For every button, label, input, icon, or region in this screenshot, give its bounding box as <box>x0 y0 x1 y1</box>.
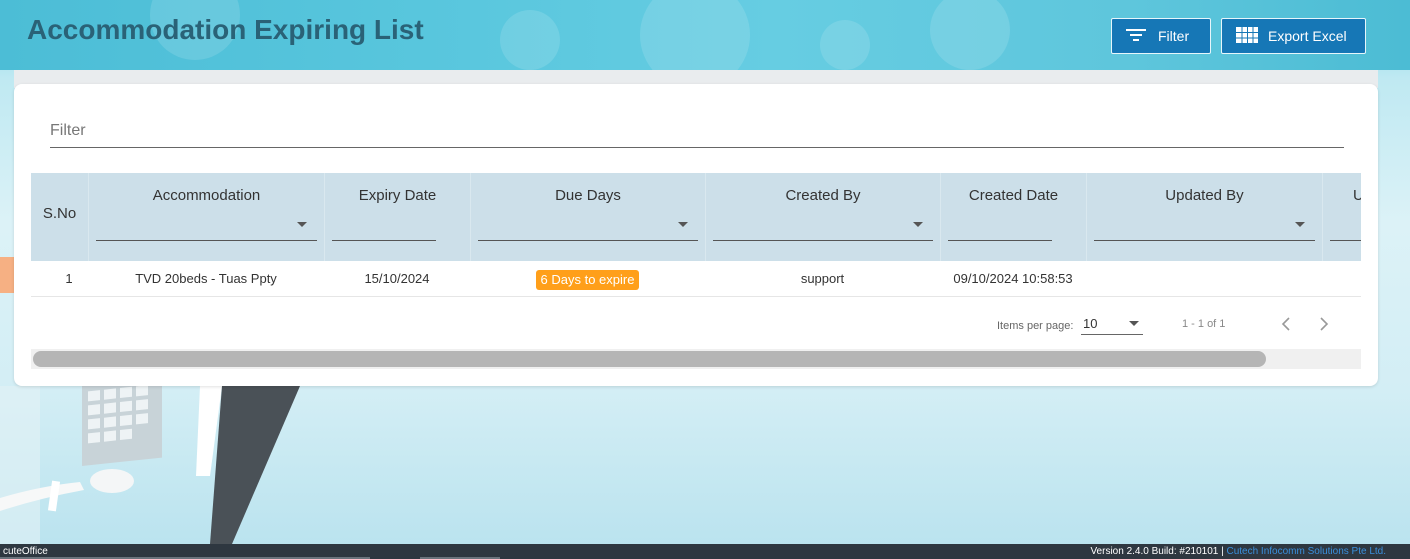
column-label: Updated By <box>1165 187 1244 204</box>
column-header-created-by: Created By <box>705 173 940 261</box>
next-page-button[interactable] <box>1309 309 1339 339</box>
column-header-updated-by: Updated By <box>1086 173 1322 261</box>
due-days-filter-select[interactable] <box>478 209 698 241</box>
export-excel-button[interactable]: Export Excel <box>1221 18 1366 54</box>
cell-due-days: 6 Days to expire <box>470 261 705 297</box>
chevron-right-icon <box>1320 317 1329 331</box>
items-per-page-label: Items per page: <box>997 320 1074 332</box>
decor-bubble <box>930 0 1010 70</box>
cell-updated-date <box>1322 261 1361 297</box>
footer-bar: cuteOffice Version 2.4.0 Build: #210101 … <box>0 544 1410 559</box>
cell-created-date: 09/10/2024 10:58:53 <box>953 271 1073 286</box>
scrollbar-thumb[interactable] <box>33 351 1266 367</box>
column-header-updated-date: Upda <box>1322 173 1361 261</box>
accommodation-filter-select[interactable] <box>96 209 317 241</box>
column-label: Created Date <box>968 187 1059 204</box>
cell-created-by: support <box>800 271 845 286</box>
data-table: S.No Accommodation Expiry Date Due Days … <box>31 173 1361 373</box>
cell-accommodation: TVD 20beds - Tuas Ppty <box>135 271 277 286</box>
column-label: Due Days <box>555 187 621 204</box>
created-date-filter-input[interactable] <box>948 209 1052 241</box>
horizontal-scrollbar[interactable] <box>31 349 1361 369</box>
created-by-filter-select[interactable] <box>713 209 933 241</box>
column-label: Expiry Date <box>358 187 437 204</box>
column-label: S.No <box>42 205 77 222</box>
page-range-label: 1 - 1 of 1 <box>1182 318 1226 330</box>
decor-bubble <box>640 0 750 70</box>
header-banner: Accommodation Expiring List Filter Expor… <box>0 0 1410 70</box>
table-row[interactable]: 1 TVD 20beds - Tuas Ppty 15/10/2024 6 Da… <box>31 261 1361 297</box>
chevron-down-icon <box>678 222 688 227</box>
column-header-accommodation: Accommodation <box>88 173 324 261</box>
grid-icon <box>1236 26 1258 46</box>
decor-orange-block <box>0 257 14 293</box>
column-label: Created By <box>785 187 861 204</box>
chevron-down-icon <box>297 222 307 227</box>
cell-updated-by <box>1086 261 1322 297</box>
paginator: Items per page: 10 1 - 1 of 1 <box>31 297 1361 353</box>
decor-bubble <box>820 20 870 70</box>
column-header-sno[interactable]: S.No <box>31 173 88 261</box>
page-title: Accommodation Expiring List <box>27 14 424 45</box>
version-text: Version 2.4.0 Build: #210101 | <box>1090 546 1227 557</box>
filter-button-label: Filter <box>1158 28 1190 44</box>
chevron-left-icon <box>1281 317 1290 331</box>
chevron-down-icon <box>913 222 923 227</box>
export-button-label: Export Excel <box>1268 28 1347 44</box>
desk-illustration <box>0 386 300 544</box>
decor-bubble <box>500 10 560 70</box>
expiry-date-filter-input[interactable] <box>332 209 436 241</box>
items-per-page-value: 10 <box>1083 316 1098 331</box>
chevron-down-icon <box>1295 222 1305 227</box>
footer-version: Version 2.4.0 Build: #210101 | Cutech In… <box>1090 544 1386 559</box>
previous-page-button[interactable] <box>1271 309 1301 339</box>
updated-date-filter-input[interactable] <box>1330 209 1361 241</box>
chevron-down-icon <box>1129 321 1139 326</box>
filter-field[interactable] <box>50 114 1344 148</box>
column-label: Upda <box>1353 187 1361 204</box>
column-header-expiry-date: Expiry Date <box>324 173 470 261</box>
filter-input[interactable] <box>50 114 1344 147</box>
updated-by-filter-select[interactable] <box>1094 209 1315 241</box>
cell-expiry-date: 15/10/2024 <box>364 271 430 286</box>
filter-icon <box>1126 28 1146 45</box>
column-label: Accommodation <box>152 187 261 204</box>
column-header-created-date: Created Date <box>940 173 1086 261</box>
column-header-due-days: Due Days <box>470 173 705 261</box>
items-per-page-select[interactable]: 10 <box>1081 309 1143 335</box>
list-card: S.No Accommodation Expiry Date Due Days … <box>14 84 1378 386</box>
filter-button[interactable]: Filter <box>1111 18 1211 54</box>
company-link[interactable]: Cutech Infocomm Solutions Pte Ltd. <box>1226 546 1386 557</box>
status-badge: 6 Days to expire <box>535 269 640 290</box>
table-header: S.No Accommodation Expiry Date Due Days … <box>31 173 1361 261</box>
